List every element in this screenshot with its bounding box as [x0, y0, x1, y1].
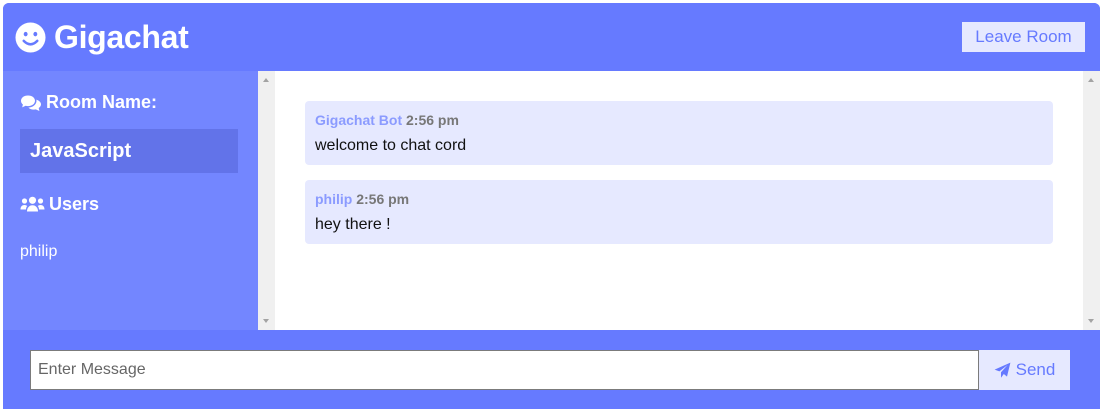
- leave-room-button[interactable]: Leave Room: [962, 22, 1085, 52]
- brand: Gigachat: [15, 18, 189, 55]
- chat-form-container: Send: [3, 330, 1100, 409]
- message-meta: Gigachat Bot 2:56 pm: [315, 111, 1043, 129]
- message: Gigachat Bot 2:56 pm welcome to chat cor…: [305, 101, 1053, 165]
- chat-header: Gigachat Leave Room: [3, 3, 1100, 71]
- message: philip 2:56 pm hey there !: [305, 180, 1053, 244]
- scroll-up-arrow-icon[interactable]: [263, 78, 269, 82]
- room-name: JavaScript: [20, 129, 238, 173]
- chat-messages: Gigachat Bot 2:56 pm welcome to chat cor…: [258, 71, 1100, 330]
- send-button[interactable]: Send: [979, 350, 1070, 390]
- message-time: 2:56 pm: [356, 191, 410, 207]
- send-label: Send: [1015, 360, 1056, 379]
- chat-app: Gigachat Leave Room Room Name: JavaScrip…: [3, 3, 1100, 409]
- smile-icon: [15, 21, 46, 53]
- room-name-heading: Room Name:: [20, 92, 157, 113]
- message-text: welcome to chat cord: [315, 137, 467, 154]
- users-icon: [20, 196, 49, 213]
- paper-plane-icon: [994, 362, 1016, 379]
- scroll-up-arrow-icon[interactable]: [1088, 78, 1094, 82]
- users-heading-label: Users: [49, 194, 100, 214]
- message-time: 2:56 pm: [406, 112, 459, 128]
- user-item: philip: [20, 243, 58, 260]
- left-scrollbar[interactable]: [258, 71, 275, 330]
- sidebar: Room Name: JavaScript Users philip: [3, 71, 258, 330]
- user-list: philip: [20, 241, 57, 263]
- comments-icon: [20, 94, 46, 112]
- scroll-down-arrow-icon[interactable]: [263, 319, 269, 323]
- room-name-heading-label: Room Name:: [46, 92, 158, 112]
- message-meta: philip 2:56 pm: [315, 190, 1043, 208]
- users-heading: Users: [20, 194, 99, 215]
- message-username: philip: [315, 191, 353, 207]
- app-title: Gigachat: [54, 18, 189, 55]
- message-input[interactable]: [30, 350, 979, 390]
- message-text: hey there !: [315, 216, 391, 233]
- scroll-down-arrow-icon[interactable]: [1088, 319, 1094, 323]
- message-username: Gigachat Bot: [315, 112, 403, 128]
- right-scrollbar[interactable]: [1083, 71, 1100, 330]
